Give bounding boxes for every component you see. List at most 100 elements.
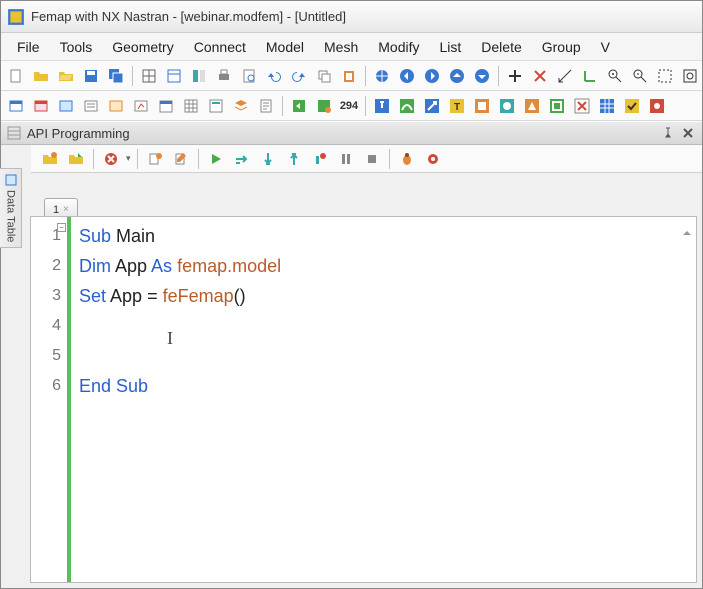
nav-right-icon[interactable]: [421, 65, 443, 87]
main-toolbar-2: 294 T: [1, 91, 702, 121]
code-line[interactable]: End Sub: [79, 371, 688, 401]
zoom-fit-icon[interactable]: [679, 65, 701, 87]
open-folder-2-icon[interactable]: [55, 65, 77, 87]
api-panel-header: API Programming: [1, 121, 702, 145]
menu-group[interactable]: Group: [534, 35, 589, 59]
api-delete-icon[interactable]: [100, 148, 122, 170]
api-save-icon[interactable]: [65, 148, 87, 170]
menu-mesh[interactable]: Mesh: [316, 35, 366, 59]
zoom-out-icon[interactable]: [629, 65, 651, 87]
star-tool-icon[interactable]: [646, 95, 668, 117]
bug-icon[interactable]: [396, 148, 418, 170]
preview-icon[interactable]: [238, 65, 260, 87]
element-3-icon[interactable]: [521, 95, 543, 117]
api-new-icon[interactable]: [144, 148, 166, 170]
svg-text:T: T: [454, 102, 460, 113]
element-2-icon[interactable]: [496, 95, 518, 117]
window-6-icon[interactable]: [130, 95, 152, 117]
menu-list[interactable]: List: [431, 35, 469, 59]
curve-icon[interactable]: [396, 95, 418, 117]
globe-icon[interactable]: [371, 65, 393, 87]
count-label: 294: [338, 95, 360, 117]
layers-icon[interactable]: [230, 95, 252, 117]
api-edit-icon[interactable]: [170, 148, 192, 170]
menu-v[interactable]: V: [593, 35, 618, 59]
menu-modify[interactable]: Modify: [370, 35, 427, 59]
panel-close-icon[interactable]: [680, 125, 696, 141]
code-content[interactable]: − I Sub Main Dim App As femap.model Set …: [71, 217, 696, 582]
print-icon[interactable]: [213, 65, 235, 87]
report-icon[interactable]: [255, 95, 277, 117]
window-2-icon[interactable]: [30, 95, 52, 117]
element-4-icon[interactable]: [546, 95, 568, 117]
menu-bar: FileToolsGeometryConnectModelMeshModifyL…: [1, 33, 702, 61]
save-all-icon[interactable]: [105, 65, 127, 87]
save-icon[interactable]: [80, 65, 102, 87]
menu-connect[interactable]: Connect: [186, 35, 254, 59]
pin-icon[interactable]: [371, 95, 393, 117]
panel-title: API Programming: [27, 126, 656, 141]
step-over-icon[interactable]: [231, 148, 253, 170]
fold-toggle-icon[interactable]: −: [57, 223, 66, 232]
side-tab-data-table[interactable]: Data Table: [0, 168, 22, 248]
x-tool-icon[interactable]: [529, 65, 551, 87]
menu-delete[interactable]: Delete: [473, 35, 529, 59]
delete-tool-icon[interactable]: [571, 95, 593, 117]
mesh-tool-icon[interactable]: [596, 95, 618, 117]
title-bar: Femap with NX Nastran - [webinar.modfem]…: [1, 1, 702, 33]
stop-icon[interactable]: [361, 148, 383, 170]
paste-icon[interactable]: [338, 65, 360, 87]
text-cursor: I: [167, 323, 173, 353]
window-5-icon[interactable]: [105, 95, 127, 117]
zoom-in-icon[interactable]: [604, 65, 626, 87]
step-out-icon[interactable]: [283, 148, 305, 170]
run-green-icon[interactable]: [288, 95, 310, 117]
window-4-icon[interactable]: [80, 95, 102, 117]
table-icon[interactable]: [163, 65, 185, 87]
code-line[interactable]: Dim App As femap.model: [79, 251, 688, 281]
code-line[interactable]: Sub Main: [79, 221, 688, 251]
menu-tools[interactable]: Tools: [52, 35, 101, 59]
redo-icon[interactable]: [288, 65, 310, 87]
main-toolbar-1: [1, 61, 702, 91]
code-line[interactable]: Set App = feFemap(): [79, 281, 688, 311]
check-tool-icon[interactable]: [621, 95, 643, 117]
props-icon[interactable]: [205, 95, 227, 117]
window-3-icon[interactable]: [55, 95, 77, 117]
arrow-tool-icon[interactable]: [421, 95, 443, 117]
plus-icon[interactable]: [504, 65, 526, 87]
grid-icon[interactable]: [138, 65, 160, 87]
step-into-icon[interactable]: [257, 148, 279, 170]
menu-model[interactable]: Model: [258, 35, 312, 59]
copy-icon[interactable]: [313, 65, 335, 87]
editor-tab-label: 1: [53, 204, 59, 216]
tab-close-icon[interactable]: ×: [63, 204, 69, 215]
nav-up-icon[interactable]: [446, 65, 468, 87]
panel-pin-icon[interactable]: [660, 125, 676, 141]
text-tool-icon[interactable]: T: [446, 95, 468, 117]
run-config-icon[interactable]: [313, 95, 335, 117]
api-open-icon[interactable]: [39, 148, 61, 170]
undo-icon[interactable]: [263, 65, 285, 87]
code-editor[interactable]: 123456 − I Sub Main Dim App As femap.mod…: [30, 216, 697, 583]
menu-file[interactable]: File: [9, 35, 48, 59]
nav-down-icon[interactable]: [471, 65, 493, 87]
new-file-icon[interactable]: [5, 65, 27, 87]
nav-left-icon[interactable]: [396, 65, 418, 87]
run-icon[interactable]: [205, 148, 227, 170]
window-1-icon[interactable]: [5, 95, 27, 117]
table-view-icon[interactable]: [180, 95, 202, 117]
menu-geometry[interactable]: Geometry: [104, 35, 181, 59]
measure-icon[interactable]: [554, 65, 576, 87]
calendar-icon[interactable]: [155, 95, 177, 117]
watch-icon[interactable]: [422, 148, 444, 170]
axis-icon[interactable]: [579, 65, 601, 87]
scroll-up-icon[interactable]: [682, 225, 692, 235]
line-gutter: 123456: [31, 217, 71, 582]
breakpoint-icon[interactable]: [309, 148, 331, 170]
layout-icon[interactable]: [188, 65, 210, 87]
open-folder-icon[interactable]: [30, 65, 52, 87]
pause-icon[interactable]: [335, 148, 357, 170]
zoom-window-icon[interactable]: [654, 65, 676, 87]
element-1-icon[interactable]: [471, 95, 493, 117]
